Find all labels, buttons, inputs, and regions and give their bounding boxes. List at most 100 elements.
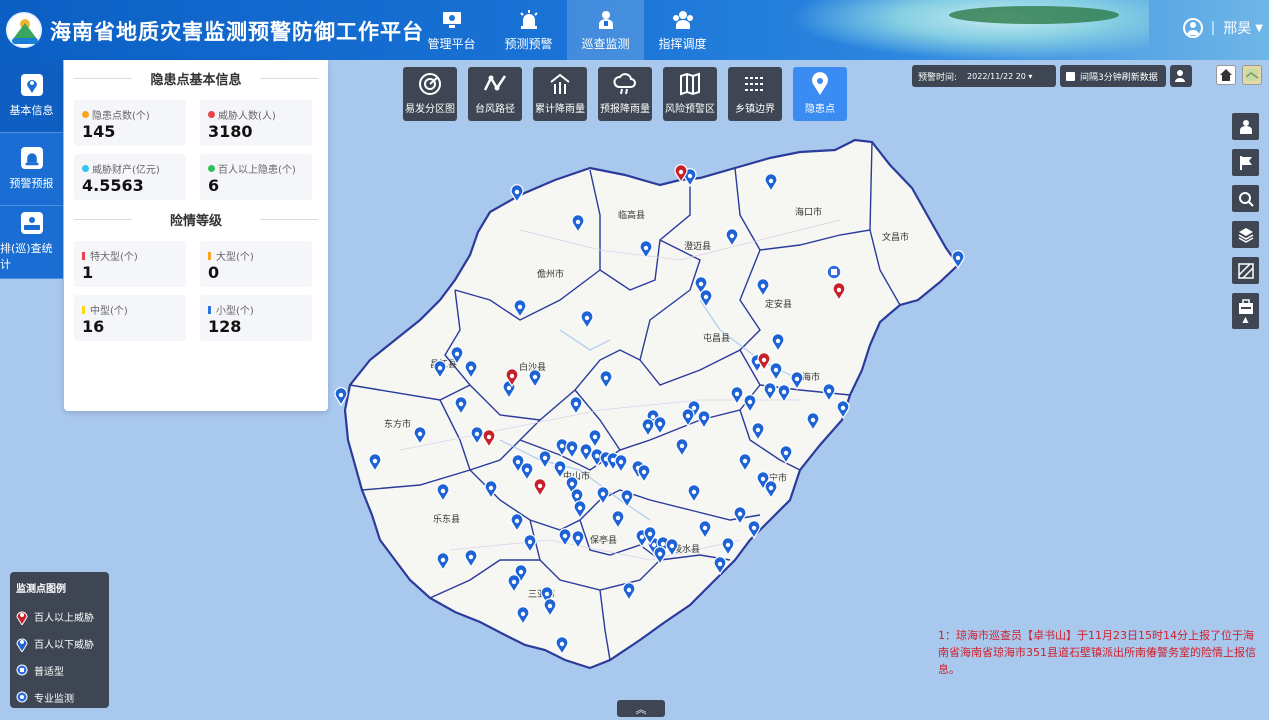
monitor-icon	[441, 9, 463, 31]
user-menu[interactable]: | 邢昊 ▼	[1182, 18, 1263, 38]
tool-label: 台风路径	[475, 104, 515, 115]
tool-label: 乡镇边界	[735, 104, 775, 115]
hazard-pin-blue[interactable]	[334, 387, 348, 407]
home-icon	[1220, 69, 1232, 81]
tool-label: 累计降雨量	[535, 104, 585, 115]
double-chevron-up-icon: ︽	[635, 702, 647, 716]
tool-susceptibility-zoning[interactable]: 易发分区图	[403, 67, 457, 121]
nav-label: 指挥调度	[658, 36, 707, 51]
bottom-panel-toggle[interactable]: ︽	[617, 700, 665, 717]
alarm-icon	[20, 147, 43, 169]
legend-label: 专业监测	[34, 694, 74, 705]
chevron-up-icon: ▲	[1242, 314, 1249, 324]
stat-card: 隐患点数(个) 145	[74, 100, 186, 146]
commander-icon	[672, 9, 694, 31]
legend-item: 专业监测	[16, 684, 103, 711]
monitor-station-marker[interactable]	[826, 264, 842, 280]
person-icon	[208, 111, 215, 118]
user-avatar-icon	[1182, 18, 1203, 38]
area-hatch-icon	[1237, 262, 1254, 279]
right-toolbar: ▲	[1232, 113, 1259, 338]
stat-label: 隐患点数(个)	[92, 111, 150, 122]
leftnav-basic-info[interactable]: 基本信息	[0, 60, 63, 133]
info-panel: 隐患点基本信息 隐患点数(个) 145 威胁人数(人) 3180 威胁财产(亿元…	[64, 60, 328, 411]
nav-label: 预测预警	[504, 36, 553, 51]
stat-value: 3180	[208, 122, 253, 141]
auto-refresh-toggle[interactable]: 间隔3分钟刷新数据	[1060, 65, 1166, 87]
search-button[interactable]	[1232, 185, 1259, 212]
location-icon	[82, 111, 89, 118]
nav-warning[interactable]: 预测预警	[490, 0, 567, 60]
measure-area-button[interactable]	[1232, 257, 1259, 284]
warning-time-selector[interactable]: 预警时间: 2022/11/22 20 ▾	[912, 65, 1056, 87]
map-label: 屯昌县	[703, 332, 730, 344]
tool-town-boundary[interactable]: 乡镇边界	[728, 67, 782, 121]
tool-risk-warning-zone[interactable]: 风险预警区	[663, 67, 717, 121]
home-button[interactable]	[1216, 65, 1236, 85]
flag-button[interactable]	[1232, 149, 1259, 176]
tool-label: 隐患点	[805, 104, 835, 115]
map-label: 定安县	[765, 298, 792, 310]
level-value: 16	[82, 317, 105, 336]
level-label: 小型(个)	[216, 306, 254, 317]
tool-typhoon-track[interactable]: 台风路径	[468, 67, 522, 121]
legend-label: 百人以下威胁	[34, 640, 94, 651]
legend-title: 监测点图例	[16, 584, 66, 595]
tool-forecast-rainfall[interactable]: 预报降雨量	[598, 67, 652, 121]
tool-hazard-points[interactable]: 隐患点	[793, 67, 847, 121]
stat-value: 145	[82, 122, 116, 141]
tool-label: 风险预警区	[665, 104, 715, 115]
user-separator: |	[1210, 20, 1216, 36]
target-icon	[419, 73, 441, 95]
map-label: 儋州市	[537, 268, 564, 280]
person-manage-button[interactable]	[1232, 113, 1259, 140]
report-notice[interactable]: 1：琼海市巡查员【卓书山】于11月23日15时14分上报了位于海南省海南省琼海市…	[938, 627, 1264, 678]
leftnav-inspect-stats[interactable]: 排(巡)查统计	[0, 206, 63, 279]
toolbox-button[interactable]: ▲	[1232, 293, 1259, 329]
tool-label: 预报降雨量	[600, 104, 650, 115]
inspector-icon	[595, 9, 617, 31]
map-label: 文昌市	[882, 231, 909, 243]
leftnav-warning[interactable]: 预警预报	[0, 133, 63, 206]
layers-icon	[1238, 227, 1253, 243]
level-card: 特大型(个) 1	[74, 241, 186, 287]
chevron-down-icon: ▼	[1255, 22, 1263, 34]
stat-label: 威胁人数(人)	[218, 111, 276, 122]
header-banner-island	[949, 6, 1119, 24]
person-icon	[1239, 119, 1252, 134]
level-bar	[82, 305, 85, 314]
legend-label: 普适型	[34, 667, 64, 678]
legend-item: 普适型	[16, 657, 103, 684]
legend-item: 百人以下威胁	[16, 630, 103, 657]
basemap-switch-button[interactable]	[1242, 65, 1262, 85]
rainfall-icon	[550, 73, 570, 94]
nav-label: 巡查监测	[581, 36, 630, 51]
timebar-value: 2022/11/22 20 ▾	[967, 71, 1033, 81]
map-layer-toolbar: 易发分区图 台风路径 累计降雨量 预报降雨量 风险预警区 乡镇边界 隐患点	[403, 67, 858, 121]
user-locate-button[interactable]	[1170, 65, 1192, 87]
level-card: 大型(个) 0	[200, 241, 312, 287]
nav-inspection[interactable]: 巡查监测	[567, 0, 644, 60]
section-title: 隐患点基本信息	[74, 69, 318, 88]
leftnav-label: 排(巡)查统计	[0, 242, 53, 271]
location-icon	[208, 165, 215, 172]
map-label: 临高县	[618, 209, 645, 221]
level-bar	[208, 305, 211, 314]
toolbox-icon	[1238, 298, 1253, 314]
tool-cumulative-rainfall[interactable]: 累计降雨量	[533, 67, 587, 121]
stat-label: 威胁财产(亿元)	[92, 165, 160, 176]
layers-button[interactable]	[1232, 221, 1259, 248]
legend-label: 百人以上威胁	[34, 613, 94, 624]
location-icon	[20, 74, 43, 96]
search-icon	[1238, 191, 1254, 207]
left-nav: 基本信息 预警预报 排(巡)查统计	[0, 60, 63, 279]
level-label: 特大型(个)	[90, 252, 138, 263]
level-bar	[82, 251, 85, 260]
level-bar	[208, 251, 211, 260]
typhoon-track-icon	[483, 75, 507, 91]
level-value: 0	[208, 263, 220, 282]
nav-command[interactable]: 指挥调度	[644, 0, 721, 60]
legend: 监测点图例 百人以上威胁 百人以下威胁 普适型 专业监测	[10, 572, 109, 708]
pro-monitor-icon	[16, 691, 28, 702]
nav-management[interactable]: 管理平台	[413, 0, 490, 60]
